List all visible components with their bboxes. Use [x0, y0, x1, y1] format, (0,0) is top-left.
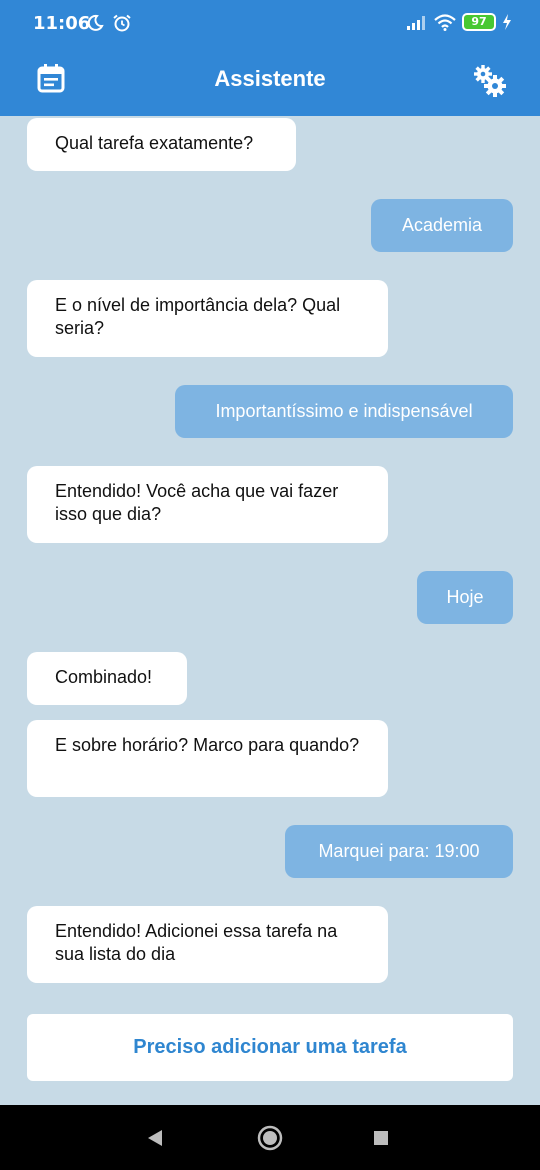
settings-button[interactable]	[472, 63, 508, 97]
message-bot: E o nível de importância dela? Qual seri…	[27, 280, 388, 357]
message-bot: E sobre horário? Marco para quando?	[27, 720, 388, 797]
message-bot: Entendido! Você acha que vai fazer isso …	[27, 466, 388, 543]
message-bot: Combinado!	[27, 652, 187, 705]
back-button[interactable]	[146, 1129, 164, 1152]
add-task-button[interactable]: Preciso adicionar uma tarefa	[27, 1014, 513, 1081]
message-user: Hoje	[417, 571, 513, 624]
signal-icon	[407, 16, 425, 30]
battery-icon: 97	[462, 13, 496, 31]
message-user: Marquei para: 19:00	[285, 825, 513, 878]
status-icons-right: 97	[406, 13, 512, 31]
alarm-icon	[113, 14, 132, 32]
back-icon	[148, 1130, 162, 1146]
message-bot: Qual tarefa exatamente?	[27, 118, 296, 171]
status-time: 11:06	[33, 13, 91, 34]
recent-apps-icon	[374, 1131, 388, 1145]
message-user: Academia	[371, 199, 513, 252]
charging-icon	[503, 14, 511, 30]
recent-apps-button[interactable]	[373, 1130, 389, 1151]
moon-icon	[87, 14, 104, 31]
settings-gears-icon	[474, 65, 506, 97]
home-icon	[257, 1125, 283, 1151]
app-header: Assistente	[0, 50, 540, 116]
status-bar: 11:06 97	[0, 0, 540, 50]
wifi-icon	[434, 13, 456, 31]
home-button[interactable]	[257, 1125, 283, 1156]
navigation-bar	[0, 1105, 540, 1170]
page-title: Assistente	[214, 66, 326, 91]
message-user: Importantíssimo e indispensável	[175, 385, 513, 438]
status-icons-left	[86, 14, 132, 37]
message-bot: Entendido! Adicionei essa tarefa na sua …	[27, 906, 388, 983]
